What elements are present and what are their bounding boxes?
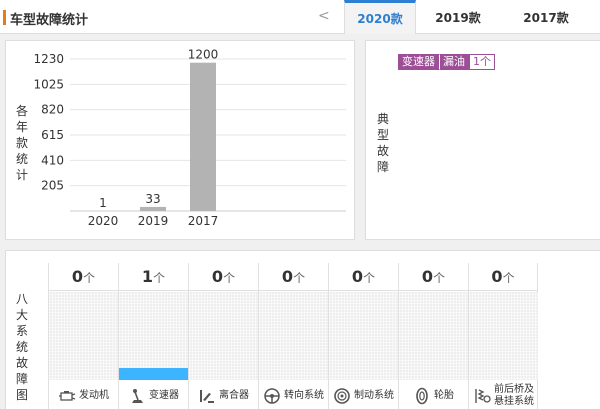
fault-statistics-widget: 车型故障统计 < 2020款 2019款 2017款 各 年 款 统 计 205… <box>0 0 600 409</box>
bar-data-label: 1200 <box>188 48 219 62</box>
y-tick-label: 820 <box>41 103 64 117</box>
system-name: 制动系统 <box>354 390 394 401</box>
system-column: 1个变速器 <box>118 263 188 409</box>
system-column: 0个发动机 <box>48 263 118 409</box>
x-tick-label: 2020 <box>88 214 119 228</box>
system-bar-area <box>259 292 328 380</box>
system-column: 0个制动系统 <box>328 263 398 409</box>
system-column: 0个离合器 <box>188 263 258 409</box>
page-title: 车型故障统计 <box>10 13 89 28</box>
system-label[interactable]: 轮胎 <box>399 381 468 409</box>
system-fault-count: 0个 <box>329 263 398 291</box>
system-name: 前后桥及 悬挂系统 <box>494 384 534 408</box>
system-label[interactable]: 发动机 <box>49 381 118 409</box>
year-tabs: 2020款 2019款 2017款 <box>344 0 592 34</box>
prev-arrow-icon[interactable]: < <box>318 8 330 24</box>
title-accent <box>3 10 6 25</box>
gear-shift-icon <box>128 387 146 405</box>
tire-icon <box>413 387 431 405</box>
fault-tag-component[interactable]: 变速器 <box>398 54 439 70</box>
system-fault-label: 八 大 系 统 故 障 图 <box>15 292 28 402</box>
steering-wheel-icon <box>263 387 281 405</box>
fault-count-unit: 个 <box>153 271 166 285</box>
tab-2020[interactable]: 2020款 <box>344 0 416 34</box>
engine-icon <box>58 387 76 405</box>
system-fault-count: 1个 <box>119 263 188 291</box>
fault-count-value: 1 <box>141 267 154 286</box>
system-fault-bar[interactable] <box>119 368 188 380</box>
y-tick-label: 1230 <box>33 52 64 66</box>
fault-tag-issue[interactable]: 漏油 <box>439 54 469 70</box>
system-bar-area <box>469 292 538 380</box>
system-column: 0个转向系统 <box>258 263 328 409</box>
system-bar-area <box>189 292 258 380</box>
fault-count-value: 0 <box>421 267 434 286</box>
fault-count-value: 0 <box>351 267 364 286</box>
x-tick-label: 2019 <box>138 214 169 228</box>
fault-count-unit: 个 <box>223 271 236 285</box>
fault-count-unit: 个 <box>433 271 446 285</box>
yearly-count-panel: 各 年 款 统 计 205 410 615 820 1025 1230 1 2020 33 201… <box>5 40 355 240</box>
system-fault-count: 0个 <box>469 263 537 291</box>
system-label[interactable]: 前后桥及 悬挂系统 <box>469 381 538 409</box>
fault-tag-group: 变速器 漏油 1个 <box>398 54 495 70</box>
fault-count-unit: 个 <box>293 271 306 285</box>
system-name: 发动机 <box>79 390 109 401</box>
system-label[interactable]: 转向系统 <box>259 381 328 409</box>
fault-tag-count[interactable]: 1个 <box>469 54 495 70</box>
clutch-pedal-icon <box>198 387 216 405</box>
brake-disc-icon <box>333 387 351 405</box>
system-name: 变速器 <box>149 390 179 401</box>
system-name: 轮胎 <box>434 390 454 401</box>
suspension-icon <box>473 387 491 405</box>
header-bar: 车型故障统计 < 2020款 2019款 2017款 <box>0 0 600 34</box>
bar-data-label: 1 <box>99 196 107 210</box>
system-name-line: 悬挂系统 <box>494 396 534 407</box>
typical-fault-label: 典 型 故 障 <box>376 112 389 174</box>
system-bar-area <box>399 292 468 380</box>
fault-count-value: 0 <box>71 267 84 286</box>
fault-count-unit: 个 <box>502 271 515 285</box>
system-name-line: 前后桥及 <box>494 384 534 395</box>
system-bar-area <box>49 292 118 380</box>
system-fault-grid: 0个 发动机 1个 变速器 0个 离合器 0个 转向系统 0个 制动系统 0个 轮胎 0个 前后桥及 悬挂系… <box>48 263 538 409</box>
system-fault-count: 0个 <box>399 263 468 291</box>
system-name: 转向系统 <box>284 390 324 401</box>
system-column: 0个前后桥及 悬挂系统 <box>468 263 538 409</box>
fault-count-unit: 个 <box>363 271 376 285</box>
tab-2017[interactable]: 2017款 <box>500 0 592 34</box>
system-bar-area <box>119 292 188 380</box>
bar-2017 <box>190 62 216 211</box>
bar-2019 <box>140 206 166 211</box>
system-label[interactable]: 制动系统 <box>329 381 398 409</box>
system-column: 0个轮胎 <box>398 263 468 409</box>
system-fault-count: 0个 <box>49 263 118 291</box>
y-tick-label: 205 <box>41 179 64 193</box>
yearly-count-chart: 205 410 615 820 1025 1230 1 2020 33 2019 1200 2017 <box>33 48 346 228</box>
system-label[interactable]: 离合器 <box>189 381 258 409</box>
y-tick-label: 410 <box>41 153 64 167</box>
system-label[interactable]: 变速器 <box>119 381 188 409</box>
fault-count-value: 0 <box>491 267 503 286</box>
fault-count-value: 0 <box>281 267 294 286</box>
system-fault-count: 0个 <box>259 263 328 291</box>
y-tick-label: 615 <box>41 128 64 142</box>
tab-2019[interactable]: 2019款 <box>416 0 500 34</box>
bar-data-label: 33 <box>145 192 160 206</box>
system-fault-panel: 八 大 系 统 故 障 图 0个 发动机 1个 变速器 0个 离合器 0个 转向系统 0个 制动系… <box>5 250 600 409</box>
fault-count-value: 0 <box>211 267 224 286</box>
system-fault-count: 0个 <box>189 263 258 291</box>
system-bar-area <box>329 292 398 380</box>
system-name: 离合器 <box>219 390 249 401</box>
typical-fault-panel: 典 型 故 障 变速器 漏油 1个 <box>365 40 600 240</box>
y-tick-label: 1025 <box>33 77 64 91</box>
x-tick-label: 2017 <box>188 214 219 228</box>
fault-count-unit: 个 <box>83 271 96 285</box>
